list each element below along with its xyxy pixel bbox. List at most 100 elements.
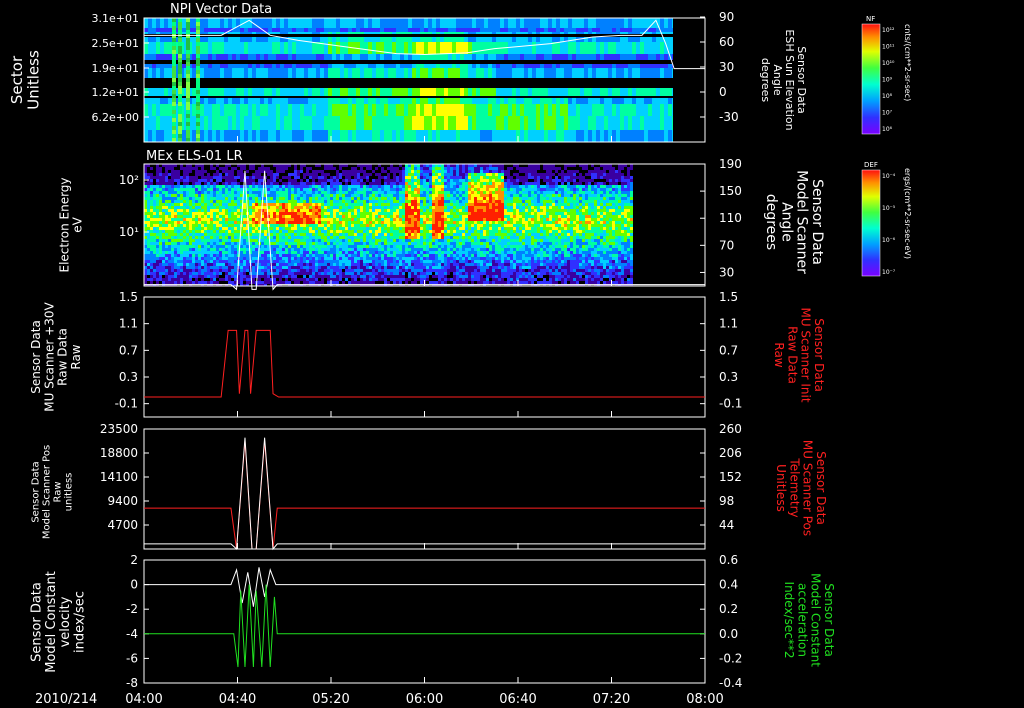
heatmap-cell: [186, 227, 189, 230]
heatmap-cell: [222, 257, 225, 260]
heatmap-cell: [224, 42, 228, 54]
heatmap-cell: [228, 42, 232, 54]
heatmap-cell: [201, 206, 204, 209]
panel-npi-y2label-text: Sensor DataESH Sun ElevationAngledegrees: [759, 29, 808, 130]
heatmap-cell: [165, 251, 168, 254]
heatmap-cell: [330, 239, 333, 242]
heatmap-cell: [267, 173, 270, 176]
heatmap-cell: [288, 251, 291, 254]
heatmap-cell: [306, 227, 309, 230]
heatmap-cell: [200, 104, 204, 116]
panel-npi-y2ticks: 9060300-30: [700, 10, 739, 124]
heatmap-cell: [168, 191, 171, 194]
heatmap-cell: [330, 197, 333, 200]
heatmap-cell: [186, 251, 189, 254]
heatmap-cell: [532, 42, 536, 54]
heatmap-cell: [636, 42, 640, 54]
heatmap-cell: [363, 200, 366, 203]
heatmap-cell: [255, 227, 258, 230]
heatmap-cell: [178, 106, 182, 110]
heatmap-cell: [532, 130, 536, 142]
heatmap-cell: [315, 209, 318, 212]
heatmap-cell: [210, 257, 213, 260]
heatmap-cell: [328, 116, 332, 130]
heatmap-cell: [234, 194, 237, 197]
heatmap-cell: [171, 272, 174, 275]
heatmap-cell: [153, 206, 156, 209]
heatmap-cell: [198, 248, 201, 251]
heatmap-cell: [168, 224, 171, 227]
heatmap-cell: [186, 203, 189, 206]
heatmap-cell: [177, 206, 180, 209]
heatmap-cell: [330, 209, 333, 212]
heatmap-cell: [267, 272, 270, 275]
heatmap-cell: [150, 272, 153, 275]
heatmap-cell: [261, 266, 264, 269]
heatmap-cell: [420, 116, 424, 130]
heatmap-cell: [339, 260, 342, 263]
heatmap-cell: [488, 104, 492, 116]
heatmap-cell: [388, 28, 392, 32]
heatmap-cell: [220, 28, 224, 32]
heatmap-cell: [668, 28, 672, 32]
heatmap-cell: [213, 212, 216, 215]
heatmap-cell: [248, 42, 252, 54]
heatmap-cell: [404, 116, 408, 130]
heatmap-cell: [332, 130, 336, 142]
heatmap-cell: [375, 194, 378, 197]
heatmap-cell: [156, 251, 159, 254]
heatmap-cell: [345, 203, 348, 206]
heatmap-cell: [348, 221, 351, 224]
heatmap-cell: [384, 215, 387, 218]
heatmap-cell: [372, 215, 375, 218]
heatmap-cell: [172, 94, 176, 98]
heatmap-cell: [156, 197, 159, 200]
heatmap-cell: [556, 116, 560, 130]
heatmap-cell: [300, 224, 303, 227]
heatmap-cell: [354, 251, 357, 254]
heatmap-cell: [327, 209, 330, 212]
heatmap-cell: [363, 248, 366, 251]
heatmap-cell: [384, 182, 387, 185]
heatmap-cell: [464, 116, 468, 130]
heatmap-cell: [282, 182, 285, 185]
heatmap-cell: [186, 138, 190, 142]
heatmap-cell: [240, 170, 243, 173]
heatmap-cell: [288, 197, 291, 200]
heatmap-cell: [628, 104, 632, 116]
heatmap-cell: [285, 233, 288, 236]
heatmap-cell: [156, 218, 159, 221]
heatmap-cell: [288, 257, 291, 260]
heatmap-cell: [282, 224, 285, 227]
heatmap-cell: [225, 215, 228, 218]
heatmap-cell: [279, 269, 282, 272]
heatmap-cell: [285, 251, 288, 254]
heatmap-cell: [195, 233, 198, 236]
heatmap-cell: [156, 230, 159, 233]
heatmap-cell: [291, 260, 294, 263]
heatmap-cell: [336, 215, 339, 218]
heatmap-cell: [204, 42, 208, 54]
heatmap-cell: [340, 28, 344, 32]
heatmap-cell: [279, 281, 282, 284]
heatmap-cell: [195, 197, 198, 200]
heatmap-cell: [168, 275, 171, 278]
heatmap-cell: [400, 116, 404, 130]
heatmap-cell: [318, 221, 321, 224]
heatmap-cell: [210, 209, 213, 212]
heatmap-cell: [381, 197, 384, 200]
heatmap-cell: [312, 269, 315, 272]
heatmap-cell: [178, 118, 182, 122]
heatmap-cell: [363, 185, 366, 188]
heatmap-cell: [273, 227, 276, 230]
heatmap-cell: [369, 248, 372, 251]
heatmap-cell: [300, 251, 303, 254]
heatmap-cell: [261, 254, 264, 257]
heatmap-cell: [372, 203, 375, 206]
heatmap-cell: [330, 236, 333, 239]
heatmap-cell: [424, 42, 428, 54]
heatmap-cell: [282, 257, 285, 260]
heatmap-cell: [234, 245, 237, 248]
heatmap-cell: [256, 42, 260, 54]
heatmap-cell: [204, 248, 207, 251]
